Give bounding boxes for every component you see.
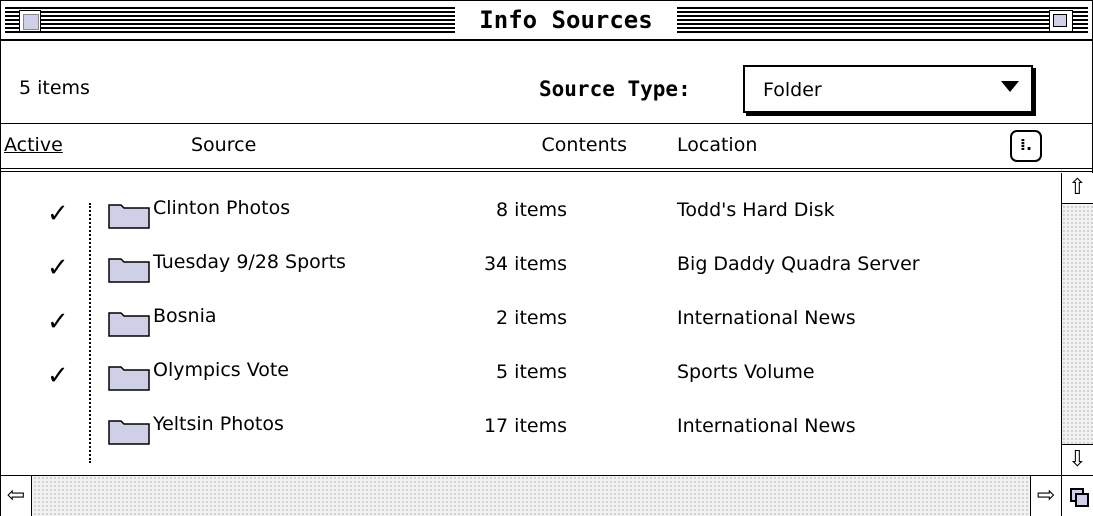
scroll-down-arrow-icon[interactable]: ⇩ [1062,444,1093,475]
scroll-left-arrow-icon[interactable]: ⇦ [1,476,32,516]
zoom-box-icon[interactable] [1049,10,1073,32]
list-item[interactable]: ✓ Olympics Vote 5 items Sports Volume [1,335,1061,391]
checkmark-icon[interactable]: ✓ [47,199,69,229]
title-bar[interactable]: Info Sources [1,1,1092,41]
source-contents: 2 items [496,307,567,329]
source-location: International News [677,307,856,329]
source-location: International News [677,415,856,437]
info-row: 5 items Source Type: Folder [1,41,1092,121]
list-item[interactable]: Yeltsin Photos 17 items International Ne… [1,389,1061,445]
column-header-active[interactable]: Active [4,134,63,156]
source-location: Sports Volume [677,361,815,383]
source-contents: 5 items [496,361,567,383]
window-title: Info Sources [455,1,677,39]
sources-list: ✓ Clinton Photos 8 items Todd's Hard Dis… [1,173,1061,473]
checkmark-icon[interactable]: ✓ [47,253,69,283]
scroll-up-arrow-icon[interactable]: ⇧ [1062,173,1093,204]
source-name: Clinton Photos [153,197,291,219]
source-name: Bosnia [153,305,217,327]
list-item[interactable]: ✓ Bosnia 2 items International News [1,281,1061,337]
vertical-scrollbar[interactable]: ⇧ ⇩ [1061,173,1093,475]
source-location: Big Daddy Quadra Server [677,253,920,275]
folder-icon [108,204,150,229]
info-sources-window: Info Sources 5 items Source Type: Folder… [0,0,1093,516]
close-box-icon[interactable] [19,10,41,32]
checkmark-icon[interactable]: ✓ [47,307,69,337]
title-stripes-left [5,7,455,33]
column-header-contents[interactable]: Contents [461,134,627,156]
source-name: Tuesday 9/28 Sports [153,251,346,273]
scroll-right-arrow-icon[interactable]: ⇨ [1030,476,1061,516]
folder-icon [108,420,150,445]
folder-icon [108,312,150,337]
list-item[interactable]: ✓ Clinton Photos 8 items Todd's Hard Dis… [1,173,1061,229]
folder-icon [108,366,150,391]
folder-icon [108,258,150,283]
source-contents: 8 items [496,199,567,221]
item-count: 5 items [19,77,90,99]
source-contents: 17 items [483,415,567,437]
column-header-source[interactable]: Source [191,134,256,156]
dropdown-arrow-icon [1001,81,1019,92]
source-name: Yeltsin Photos [153,413,284,435]
list-item[interactable]: ✓ Tuesday 9/28 Sports 34 items Big Daddy… [1,227,1061,283]
source-contents: 34 items [483,253,567,275]
source-type-value: Folder [763,79,822,101]
source-location: Todd's Hard Disk [677,199,835,221]
column-header-location[interactable]: Location [677,134,757,156]
title-stripes-right [677,7,1088,33]
source-type-label: Source Type: [539,77,691,101]
list-view-icon[interactable]: ⁞. [1010,130,1042,162]
resize-grow-box-icon[interactable] [1061,475,1093,516]
column-header-row: Active Source Contents Location ⁞. [1,123,1092,172]
checkmark-icon[interactable]: ✓ [47,361,69,391]
source-name: Olympics Vote [153,359,289,381]
source-type-select[interactable]: Folder [743,65,1033,113]
horizontal-scrollbar[interactable]: ⇦ ⇨ [1,475,1061,516]
